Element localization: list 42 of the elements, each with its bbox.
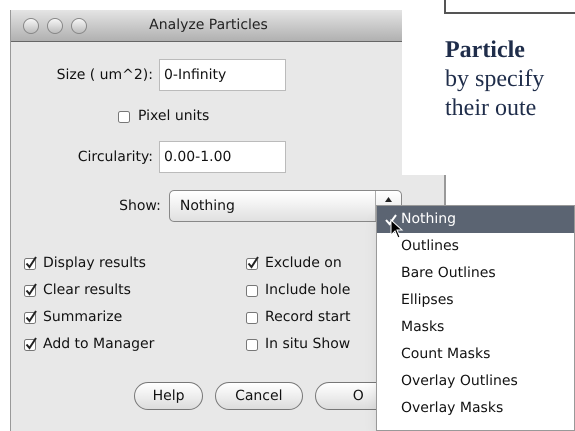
up-arrow-icon xyxy=(385,197,392,202)
checked-checkbox[interactable] xyxy=(245,256,260,271)
checked-checkbox[interactable] xyxy=(23,256,38,271)
checkbox-label: Summarize xyxy=(43,308,122,327)
menu-item[interactable]: Nothing xyxy=(377,206,574,233)
checkbox-label: Record start xyxy=(265,308,350,327)
menu-item[interactable]: Outlines xyxy=(377,233,574,260)
checkbox-label: Add to Manager xyxy=(43,335,154,354)
checkbox-label: Include hole xyxy=(265,281,350,300)
show-dropdown[interactable]: Nothing xyxy=(168,190,402,222)
checkbox[interactable] xyxy=(117,108,132,124)
window-control-button[interactable] xyxy=(23,18,39,34)
menu-item[interactable]: Count Masks xyxy=(377,341,574,368)
size-field[interactable]: 0-Infinity xyxy=(159,59,286,91)
checked-checkbox[interactable] xyxy=(23,337,38,352)
window-control-button[interactable] xyxy=(47,18,63,34)
checkbox-label: In situ Show xyxy=(265,335,350,354)
dialog-button[interactable]: Cancel xyxy=(215,382,303,410)
menu-item[interactable]: Masks xyxy=(377,314,574,341)
checkbox-label: Pixel units xyxy=(138,106,210,126)
field-label: Circularity: xyxy=(76,148,154,166)
checkbox[interactable] xyxy=(245,283,260,298)
checked-checkbox[interactable] xyxy=(23,310,38,325)
field-label: Size ( um^2): xyxy=(56,66,154,84)
checkbox-label: Exclude on xyxy=(265,254,342,273)
checkbox[interactable] xyxy=(245,337,260,352)
check-icon xyxy=(385,214,397,226)
window-control-button[interactable] xyxy=(71,18,87,34)
checkbox-label: Display results xyxy=(43,254,146,273)
checkbox-label: Clear results xyxy=(43,281,131,300)
menu-item[interactable]: Bare Outlines xyxy=(377,260,574,287)
document-text: by specify xyxy=(445,65,546,94)
circularity-field[interactable]: 0.00-1.00 xyxy=(159,141,286,173)
checked-checkbox[interactable] xyxy=(23,283,38,298)
menu-item[interactable]: Ellipses xyxy=(377,287,574,314)
window-title: Analyze Particles xyxy=(149,16,268,35)
mouse-pointer-icon xyxy=(390,219,404,239)
document-text: their oute xyxy=(445,94,538,123)
document-heading: Particle xyxy=(445,36,526,65)
dialog-button[interactable]: Help xyxy=(134,382,204,410)
field-label: Show: xyxy=(118,196,162,216)
checkbox[interactable] xyxy=(245,310,260,325)
